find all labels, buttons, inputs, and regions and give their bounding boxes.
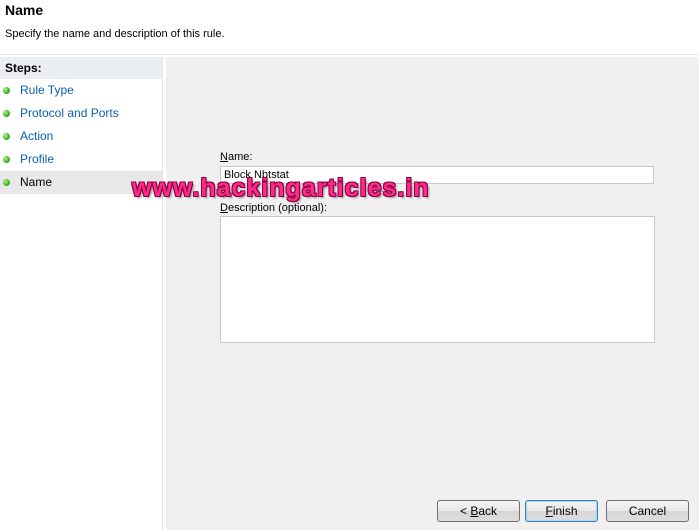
step-complete-icon bbox=[3, 87, 10, 94]
finish-button-mnemonic: F bbox=[545, 504, 553, 518]
step-rule-type[interactable]: Rule Type bbox=[0, 79, 162, 102]
step-protocol-and-ports[interactable]: Protocol and Ports bbox=[0, 102, 162, 125]
back-button-text: ack bbox=[478, 504, 498, 518]
name-label-mnemonic: N bbox=[220, 151, 228, 163]
step-profile[interactable]: Profile bbox=[0, 148, 162, 171]
page-subtitle: Specify the name and description of this… bbox=[5, 28, 225, 40]
cancel-button[interactable]: Cancel bbox=[606, 500, 689, 522]
step-action[interactable]: Action bbox=[0, 125, 162, 148]
step-complete-icon bbox=[3, 156, 10, 163]
steps-title: Steps: bbox=[0, 57, 162, 79]
step-label: Name bbox=[20, 175, 53, 189]
step-label: Rule Type bbox=[20, 83, 74, 97]
name-label-text: ame: bbox=[227, 151, 253, 163]
back-button[interactable]: < Back bbox=[437, 500, 520, 522]
finish-button[interactable]: Finish bbox=[525, 500, 598, 522]
description-label-text: escription (optional): bbox=[227, 202, 328, 214]
description-input[interactable] bbox=[220, 216, 655, 343]
steps-sidebar: Steps: Rule Type Protocol and Ports Acti… bbox=[0, 57, 163, 530]
step-complete-icon bbox=[3, 110, 10, 117]
description-label: Description (optional): bbox=[220, 202, 327, 214]
finish-button-text: inish bbox=[552, 504, 578, 518]
wizard-content: Name: Description (optional): bbox=[166, 57, 699, 530]
step-complete-icon bbox=[3, 133, 10, 140]
wizard-header: Name Specify the name and description of… bbox=[0, 0, 699, 55]
name-input[interactable] bbox=[220, 166, 654, 184]
step-label: Profile bbox=[20, 152, 55, 166]
back-button-prefix: < bbox=[459, 504, 471, 518]
step-name[interactable]: Name bbox=[0, 171, 162, 194]
step-label: Action bbox=[20, 129, 54, 143]
page-title: Name bbox=[5, 2, 44, 18]
description-label-mnemonic: D bbox=[220, 202, 228, 214]
step-current-icon bbox=[3, 179, 10, 186]
step-label: Protocol and Ports bbox=[20, 106, 119, 120]
name-label: Name: bbox=[220, 151, 252, 163]
